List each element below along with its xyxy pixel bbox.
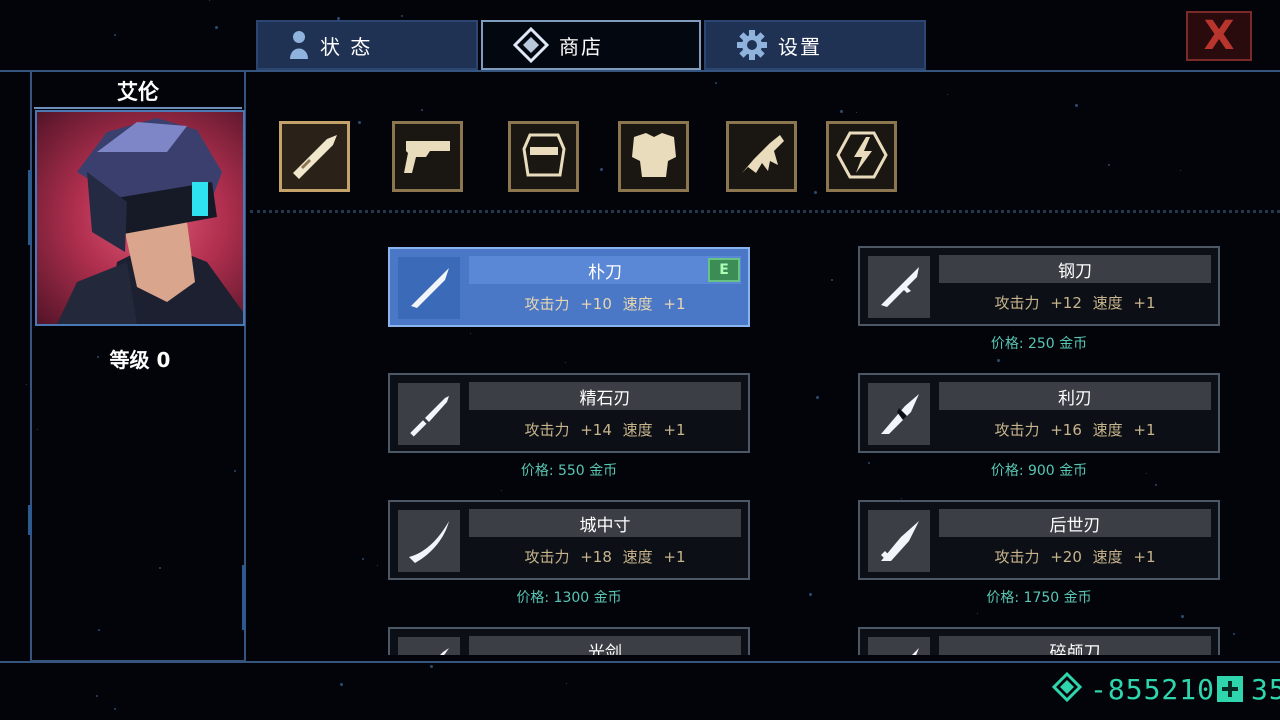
- side-decor: [28, 505, 32, 535]
- star: [96, 695, 98, 697]
- star: [947, 94, 948, 95]
- item-card-7[interactable]: 光剑: [388, 627, 750, 655]
- item-card-5[interactable]: 城中寸 攻击力 +18 速度 +1: [388, 500, 750, 580]
- add-currency-icon[interactable]: [1217, 676, 1244, 702]
- item-price: 价格: 1750 金币: [986, 590, 1092, 606]
- item-name: 光剑: [469, 636, 741, 655]
- blade-icon: [398, 257, 460, 319]
- tab-status-label: 状 态: [320, 34, 373, 59]
- star: [430, 665, 433, 668]
- star: [1180, 170, 1181, 171]
- item-name: 朴刀: [469, 256, 741, 284]
- category-claw[interactable]: [726, 121, 797, 192]
- star: [600, 168, 603, 171]
- star: [26, 384, 27, 385]
- item-price: 价格: 1300 金币: [516, 590, 622, 606]
- star: [358, 121, 361, 124]
- item-stats: 攻击力 +20 速度 +1: [994, 548, 1156, 566]
- star: [421, 109, 423, 111]
- item-name: 利刃: [939, 382, 1211, 410]
- gear-icon: [736, 29, 768, 61]
- category-helmet[interactable]: [508, 121, 579, 192]
- star: [114, 708, 116, 710]
- energy-icon: [834, 127, 890, 187]
- equipped-badge: E: [708, 258, 740, 282]
- item-name: 碎颅刀: [939, 636, 1211, 655]
- star: [715, 82, 717, 84]
- category-energy[interactable]: [826, 121, 897, 192]
- helmet-icon: [516, 127, 572, 187]
- star: [215, 26, 218, 29]
- item-card-2[interactable]: 钢刀 攻击力 +12 速度 +1: [858, 246, 1220, 326]
- character-portrait: [35, 110, 245, 326]
- item-stats: 攻击力 +12 速度 +1: [994, 294, 1156, 312]
- tab-settings-label: 设置: [778, 34, 822, 59]
- diamond-icon: [513, 27, 549, 63]
- blade-icon: [868, 637, 930, 655]
- blade-icon: [868, 256, 930, 318]
- person-icon: [288, 30, 310, 60]
- item-name: 后世刃: [939, 509, 1211, 537]
- close-button[interactable]: X: [1186, 11, 1252, 61]
- item-card-3[interactable]: 精石刃 攻击力 +14 速度 +1: [388, 373, 750, 453]
- character-name: 艾伦: [34, 75, 242, 109]
- tab-status[interactable]: 状 态: [256, 20, 478, 70]
- blade-icon: [868, 510, 930, 572]
- item-price: 价格: 550 金币: [520, 463, 618, 479]
- item-name: 精石刃: [469, 382, 741, 410]
- item-stats: 攻击力 +16 速度 +1: [994, 421, 1156, 439]
- star: [566, 683, 567, 684]
- tab-shop[interactable]: 商店: [481, 20, 701, 70]
- item-name: 城中寸: [469, 509, 741, 537]
- gun-icon: [400, 127, 456, 187]
- category-blade[interactable]: [279, 121, 350, 192]
- category-gun[interactable]: [392, 121, 463, 192]
- star: [114, 34, 116, 36]
- armor-icon: [626, 127, 682, 187]
- item-card-1[interactable]: 朴刀 E 攻击力 +10 速度 +1: [388, 247, 750, 327]
- star: [1075, 104, 1078, 107]
- star: [840, 110, 843, 113]
- category-armor[interactable]: [618, 121, 689, 192]
- diamond-icon: [1051, 671, 1083, 706]
- blade-icon: [398, 383, 460, 445]
- star: [814, 191, 817, 194]
- tab-settings[interactable]: 设置: [704, 20, 926, 70]
- item-stats: 攻击力 +10 速度 +1: [524, 295, 686, 313]
- item-card-8[interactable]: 碎颅刀: [858, 627, 1220, 655]
- character-panel: 艾伦 等级 0: [30, 70, 246, 662]
- side-decor: [28, 170, 32, 245]
- item-stats: 攻击力 +14 速度 +1: [524, 421, 686, 439]
- claw-icon: [734, 127, 790, 187]
- currency-amount-tail: 35: [1251, 672, 1280, 706]
- star: [340, 683, 343, 686]
- item-stats: 攻击力 +18 速度 +1: [524, 548, 686, 566]
- star: [1108, 164, 1110, 166]
- blade-icon: [398, 637, 460, 655]
- item-name: 钢刀: [939, 255, 1211, 283]
- item-card-4[interactable]: 利刃 攻击力 +16 速度 +1: [858, 373, 1220, 453]
- star: [209, 0, 210, 1]
- item-price: 价格: 900 金币: [990, 463, 1088, 479]
- blade-icon: [287, 127, 343, 187]
- tab-shop-label: 商店: [559, 34, 603, 59]
- close-label: X: [1203, 13, 1235, 59]
- item-list: 朴刀 E 攻击力 +10 速度 +1 钢刀 攻击力 +12 速度 +1 价格: …: [250, 215, 1280, 655]
- blade-icon: [398, 510, 460, 572]
- side-decor: [242, 565, 246, 630]
- category-divider: [250, 210, 1280, 213]
- star: [856, 112, 857, 113]
- footer-divider: [0, 661, 1280, 663]
- currency-display: -855210 35: [1051, 671, 1280, 706]
- item-price: 价格: 250 金币: [990, 336, 1088, 352]
- blade-icon: [868, 383, 930, 445]
- currency-amount: -855210: [1090, 672, 1216, 706]
- character-level: 等级 0: [109, 348, 171, 372]
- star: [401, 15, 403, 17]
- item-card-6[interactable]: 后世刃 攻击力 +20 速度 +1: [858, 500, 1220, 580]
